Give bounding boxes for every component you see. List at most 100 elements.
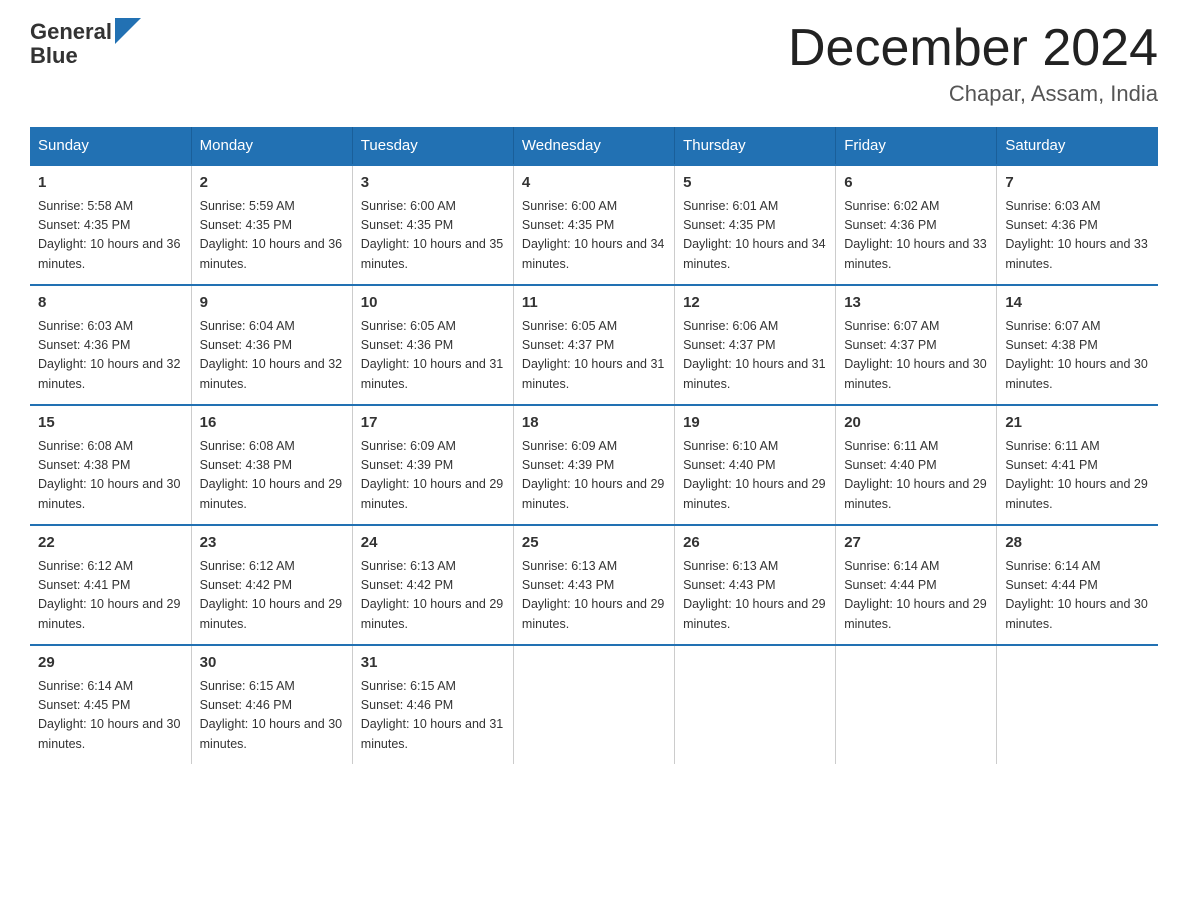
calendar-week-row: 8Sunrise: 6:03 AMSunset: 4:36 PMDaylight…	[30, 285, 1158, 405]
day-info: Sunrise: 6:02 AMSunset: 4:36 PMDaylight:…	[844, 197, 988, 275]
day-info: Sunrise: 6:01 AMSunset: 4:35 PMDaylight:…	[683, 197, 827, 275]
day-number: 7	[1005, 172, 1150, 195]
calendar-week-row: 29Sunrise: 6:14 AMSunset: 4:45 PMDayligh…	[30, 645, 1158, 764]
day-info: Sunrise: 6:04 AMSunset: 4:36 PMDaylight:…	[200, 317, 344, 395]
day-info: Sunrise: 6:09 AMSunset: 4:39 PMDaylight:…	[361, 437, 505, 515]
day-number: 4	[522, 172, 666, 195]
logo-general: General	[30, 20, 112, 44]
day-number: 6	[844, 172, 988, 195]
calendar-cell: 14Sunrise: 6:07 AMSunset: 4:38 PMDayligh…	[997, 285, 1158, 405]
day-number: 11	[522, 292, 666, 315]
day-number: 24	[361, 532, 505, 555]
day-info: Sunrise: 6:15 AMSunset: 4:46 PMDaylight:…	[200, 677, 344, 755]
weekday-header-thursday: Thursday	[675, 127, 836, 165]
day-number: 8	[38, 292, 183, 315]
day-info: Sunrise: 6:07 AMSunset: 4:37 PMDaylight:…	[844, 317, 988, 395]
calendar-cell: 19Sunrise: 6:10 AMSunset: 4:40 PMDayligh…	[675, 405, 836, 525]
logo: General Blue	[30, 20, 141, 68]
calendar-cell: 10Sunrise: 6:05 AMSunset: 4:36 PMDayligh…	[352, 285, 513, 405]
calendar-cell: 11Sunrise: 6:05 AMSunset: 4:37 PMDayligh…	[513, 285, 674, 405]
calendar-cell: 26Sunrise: 6:13 AMSunset: 4:43 PMDayligh…	[675, 525, 836, 645]
day-info: Sunrise: 6:14 AMSunset: 4:44 PMDaylight:…	[844, 557, 988, 635]
day-number: 14	[1005, 292, 1150, 315]
day-number: 9	[200, 292, 344, 315]
day-number: 19	[683, 412, 827, 435]
day-info: Sunrise: 5:59 AMSunset: 4:35 PMDaylight:…	[200, 197, 344, 275]
day-number: 12	[683, 292, 827, 315]
day-number: 1	[38, 172, 183, 195]
calendar-cell: 18Sunrise: 6:09 AMSunset: 4:39 PMDayligh…	[513, 405, 674, 525]
logo-icon	[115, 18, 141, 44]
calendar-cell: 25Sunrise: 6:13 AMSunset: 4:43 PMDayligh…	[513, 525, 674, 645]
day-info: Sunrise: 6:14 AMSunset: 4:44 PMDaylight:…	[1005, 557, 1150, 635]
day-number: 28	[1005, 532, 1150, 555]
calendar-cell: 17Sunrise: 6:09 AMSunset: 4:39 PMDayligh…	[352, 405, 513, 525]
day-number: 22	[38, 532, 183, 555]
day-number: 16	[200, 412, 344, 435]
calendar-cell: 3Sunrise: 6:00 AMSunset: 4:35 PMDaylight…	[352, 165, 513, 285]
day-number: 13	[844, 292, 988, 315]
calendar-cell	[675, 645, 836, 764]
day-number: 20	[844, 412, 988, 435]
day-info: Sunrise: 6:11 AMSunset: 4:41 PMDaylight:…	[1005, 437, 1150, 515]
day-number: 3	[361, 172, 505, 195]
day-number: 10	[361, 292, 505, 315]
calendar-cell: 4Sunrise: 6:00 AMSunset: 4:35 PMDaylight…	[513, 165, 674, 285]
calendar-cell: 20Sunrise: 6:11 AMSunset: 4:40 PMDayligh…	[836, 405, 997, 525]
day-number: 31	[361, 652, 505, 675]
day-info: Sunrise: 6:12 AMSunset: 4:41 PMDaylight:…	[38, 557, 183, 635]
day-info: Sunrise: 6:08 AMSunset: 4:38 PMDaylight:…	[38, 437, 183, 515]
day-number: 5	[683, 172, 827, 195]
calendar-cell: 12Sunrise: 6:06 AMSunset: 4:37 PMDayligh…	[675, 285, 836, 405]
day-number: 17	[361, 412, 505, 435]
calendar-cell: 23Sunrise: 6:12 AMSunset: 4:42 PMDayligh…	[191, 525, 352, 645]
page-header: General Blue December 2024 Chapar, Assam…	[30, 20, 1158, 107]
weekday-header-wednesday: Wednesday	[513, 127, 674, 165]
calendar-cell: 16Sunrise: 6:08 AMSunset: 4:38 PMDayligh…	[191, 405, 352, 525]
calendar-cell: 8Sunrise: 6:03 AMSunset: 4:36 PMDaylight…	[30, 285, 191, 405]
day-info: Sunrise: 6:00 AMSunset: 4:35 PMDaylight:…	[522, 197, 666, 275]
day-info: Sunrise: 6:06 AMSunset: 4:37 PMDaylight:…	[683, 317, 827, 395]
day-number: 25	[522, 532, 666, 555]
calendar-cell: 5Sunrise: 6:01 AMSunset: 4:35 PMDaylight…	[675, 165, 836, 285]
calendar-cell: 9Sunrise: 6:04 AMSunset: 4:36 PMDaylight…	[191, 285, 352, 405]
day-info: Sunrise: 6:15 AMSunset: 4:46 PMDaylight:…	[361, 677, 505, 755]
calendar-cell: 29Sunrise: 6:14 AMSunset: 4:45 PMDayligh…	[30, 645, 191, 764]
calendar-cell: 2Sunrise: 5:59 AMSunset: 4:35 PMDaylight…	[191, 165, 352, 285]
weekday-header-saturday: Saturday	[997, 127, 1158, 165]
day-info: Sunrise: 6:05 AMSunset: 4:37 PMDaylight:…	[522, 317, 666, 395]
day-info: Sunrise: 6:09 AMSunset: 4:39 PMDaylight:…	[522, 437, 666, 515]
day-info: Sunrise: 6:11 AMSunset: 4:40 PMDaylight:…	[844, 437, 988, 515]
day-number: 27	[844, 532, 988, 555]
day-number: 18	[522, 412, 666, 435]
logo-blue: Blue	[30, 44, 78, 68]
day-info: Sunrise: 6:12 AMSunset: 4:42 PMDaylight:…	[200, 557, 344, 635]
calendar-cell: 15Sunrise: 6:08 AMSunset: 4:38 PMDayligh…	[30, 405, 191, 525]
day-info: Sunrise: 5:58 AMSunset: 4:35 PMDaylight:…	[38, 197, 183, 275]
day-info: Sunrise: 6:07 AMSunset: 4:38 PMDaylight:…	[1005, 317, 1150, 395]
calendar-week-row: 15Sunrise: 6:08 AMSunset: 4:38 PMDayligh…	[30, 405, 1158, 525]
day-info: Sunrise: 6:03 AMSunset: 4:36 PMDaylight:…	[1005, 197, 1150, 275]
calendar-cell: 27Sunrise: 6:14 AMSunset: 4:44 PMDayligh…	[836, 525, 997, 645]
weekday-header-monday: Monday	[191, 127, 352, 165]
calendar-cell: 28Sunrise: 6:14 AMSunset: 4:44 PMDayligh…	[997, 525, 1158, 645]
day-info: Sunrise: 6:10 AMSunset: 4:40 PMDaylight:…	[683, 437, 827, 515]
day-info: Sunrise: 6:13 AMSunset: 4:43 PMDaylight:…	[522, 557, 666, 635]
calendar-cell	[836, 645, 997, 764]
calendar-cell: 22Sunrise: 6:12 AMSunset: 4:41 PMDayligh…	[30, 525, 191, 645]
calendar-cell: 1Sunrise: 5:58 AMSunset: 4:35 PMDaylight…	[30, 165, 191, 285]
calendar-table: SundayMondayTuesdayWednesdayThursdayFrid…	[30, 127, 1158, 764]
calendar-cell: 31Sunrise: 6:15 AMSunset: 4:46 PMDayligh…	[352, 645, 513, 764]
calendar-cell: 7Sunrise: 6:03 AMSunset: 4:36 PMDaylight…	[997, 165, 1158, 285]
weekday-header-friday: Friday	[836, 127, 997, 165]
day-number: 21	[1005, 412, 1150, 435]
day-info: Sunrise: 6:05 AMSunset: 4:36 PMDaylight:…	[361, 317, 505, 395]
day-number: 23	[200, 532, 344, 555]
calendar-cell: 13Sunrise: 6:07 AMSunset: 4:37 PMDayligh…	[836, 285, 997, 405]
location-title: Chapar, Assam, India	[788, 81, 1158, 107]
day-number: 2	[200, 172, 344, 195]
day-number: 29	[38, 652, 183, 675]
day-number: 15	[38, 412, 183, 435]
day-number: 30	[200, 652, 344, 675]
day-number: 26	[683, 532, 827, 555]
